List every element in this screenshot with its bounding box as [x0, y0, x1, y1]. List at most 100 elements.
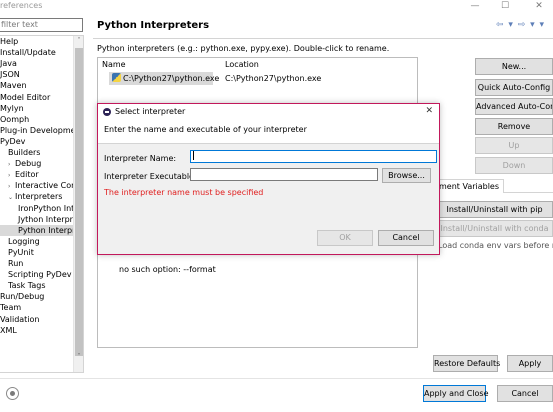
apply-button[interactable]: Apply — [507, 355, 553, 372]
sidebar-item-label: Plug-in Development — [0, 125, 84, 135]
interpreter-name-input[interactable] — [190, 150, 437, 163]
interpreters-description: Python interpreters (e.g.: python.exe, p… — [97, 44, 390, 53]
window-titlebar: references — ☐ ✕ — [0, 0, 553, 14]
sidebar-item-label: Java — [0, 59, 17, 69]
sidebar-item[interactable]: JSON — [0, 69, 74, 80]
interpreter-name-label: Interpreter Name: — [104, 154, 177, 163]
remove-button[interactable]: Remove — [475, 118, 553, 135]
select-interpreter-dialog: Select interpreter ✕ Enter the name and … — [97, 103, 440, 255]
sidebar-item-label: Install/Update — [0, 48, 56, 58]
up-button[interactable]: Up — [475, 137, 553, 154]
apply-and-close-button[interactable]: Apply and Close — [423, 385, 489, 402]
sidebar-item[interactable]: Team — [0, 302, 74, 313]
quick-auto-config-button[interactable]: Quick Auto-Config — [475, 79, 553, 96]
dialog-close-icon[interactable]: ✕ — [425, 106, 433, 116]
sidebar-item-label: Logging — [8, 236, 40, 246]
sidebar-item-label: JSON — [0, 70, 20, 80]
interpreter-executable-label: Interpreter Executable: — [104, 172, 197, 181]
sidebar-item[interactable]: PyDev — [0, 136, 74, 147]
sidebar-item-label: Run/Debug — [0, 292, 45, 302]
sidebar-item[interactable]: Jython Interpre — [0, 214, 78, 225]
dialog-title: Select interpreter — [115, 107, 186, 116]
sidebar-item[interactable]: Run/Debug — [0, 291, 74, 302]
sidebar-item-label: Oomph — [0, 114, 30, 124]
tree-scroll-thumb[interactable] — [75, 48, 83, 356]
sidebar-item[interactable]: Install/Update — [0, 47, 74, 58]
sidebar-item-label: Scripting PyDev — [8, 270, 72, 280]
sidebar-item[interactable]: › Debug — [0, 158, 74, 169]
sidebar-item-label: Maven — [0, 81, 27, 91]
python-icon — [112, 73, 121, 82]
tab-environment-variables[interactable]: ment Variables — [434, 179, 505, 193]
sidebar-item-label: Editor — [15, 170, 39, 180]
sidebar-item[interactable]: Task Tags — [0, 280, 74, 291]
new-button[interactable]: New... — [475, 58, 553, 75]
maximize-button[interactable]: ☐ — [494, 0, 516, 14]
dialog-cancel-button[interactable]: Cancel — [378, 230, 434, 246]
eclipse-icon — [103, 108, 111, 116]
output-area: no such option: --format — [97, 250, 418, 348]
sidebar-item-label: Model Editor — [0, 92, 51, 102]
install-conda-button[interactable]: Install/Uninstall with conda — [436, 220, 553, 237]
sidebar-item[interactable]: IronPython Inte — [0, 203, 79, 214]
sidebar-item[interactable]: Help — [0, 36, 74, 47]
sidebar-item-label: XML — [0, 325, 17, 335]
close-window-button[interactable]: ✕ — [528, 0, 550, 14]
sidebar-item[interactable]: Plug-in Development — [0, 125, 83, 136]
page-title: Python Interpreters — [97, 20, 210, 31]
interpreter-name-cell: C:\Python27\python.exe — [123, 74, 220, 83]
sidebar-item[interactable]: Validation — [0, 314, 74, 325]
navigation-arrows-icon[interactable]: ⇦ ▾ ⇨ ▾ ▾ — [496, 20, 545, 30]
sidebar-item-label: Python Interpre — [18, 225, 81, 235]
sidebar-item[interactable]: Logging — [0, 236, 74, 247]
sidebar-item-label: Jython Interpre — [18, 214, 78, 224]
scroll-down-arrow[interactable]: ˅ — [74, 352, 83, 362]
text-caret — [193, 151, 194, 160]
browse-button[interactable]: Browse... — [382, 168, 431, 183]
sidebar-item-label: Mylyn — [0, 103, 24, 113]
column-header-location[interactable]: Location — [225, 60, 259, 69]
restore-defaults-button[interactable]: Restore Defaults — [433, 355, 500, 372]
sidebar-item[interactable]: Maven — [0, 80, 74, 91]
sidebar-item[interactable]: › Editor — [0, 169, 74, 180]
sidebar-item[interactable]: Mylyn — [0, 103, 74, 114]
sidebar-item[interactable]: Oomph — [0, 114, 74, 125]
output-text: no such option: --format — [119, 265, 216, 274]
interpreter-executable-input[interactable] — [190, 168, 378, 181]
ok-button[interactable]: OK — [317, 230, 373, 246]
sidebar-item[interactable]: Run — [0, 258, 74, 269]
sidebar-item-label: PyUnit — [8, 247, 34, 257]
sidebar-item[interactable]: XML — [0, 325, 74, 336]
dialog-titlebar: Select interpreter ✕ — [98, 104, 439, 120]
interpreter-location-cell: C:\Python27\python.exe — [225, 74, 322, 83]
sidebar-item-label: Debug — [15, 159, 42, 169]
sidebar-item[interactable]: ⌄ Interpreters — [0, 191, 74, 202]
window-title: references — [0, 1, 43, 10]
sidebar-item[interactable]: PyUnit — [0, 247, 74, 258]
footer-divider — [0, 378, 553, 379]
advanced-auto-config-button[interactable]: Advanced Auto-Config — [475, 98, 553, 115]
sidebar-item-label: Task Tags — [8, 281, 46, 291]
tree-vertical-scrollbar[interactable]: ˄ ˅ — [73, 36, 83, 372]
table-row[interactable]: C:\Python27\python.exe — [109, 72, 219, 85]
sidebar-item-label: Run — [8, 259, 24, 268]
sidebar-item[interactable]: Model Editor — [0, 92, 74, 103]
preferences-tree: Help Install/Update Java JSON Maven Model Edi… — [0, 35, 84, 373]
help-icon[interactable] — [6, 387, 19, 400]
sidebar-item[interactable]: Scripting PyDev — [0, 269, 74, 280]
install-pip-button[interactable]: Install/Uninstall with pip — [436, 201, 553, 218]
sidebar-item-label: Builders — [8, 148, 41, 157]
down-button[interactable]: Down — [475, 157, 553, 174]
sidebar-item[interactable]: ›Interactive Console — [0, 180, 83, 191]
cancel-button[interactable]: Cancel — [497, 385, 553, 402]
sidebar-item-label: Team — [0, 303, 22, 313]
dialog-header: Enter the name and executable of your in… — [98, 120, 439, 144]
column-header-name[interactable]: Name — [102, 60, 126, 69]
sidebar-item-label: Help — [0, 37, 19, 46]
scroll-up-arrow[interactable]: ˄ — [74, 36, 83, 46]
minimize-button[interactable]: — — [464, 0, 486, 14]
sidebar-item[interactable]: Builders — [0, 147, 74, 158]
sidebar-item[interactable]: Python Interpre — [0, 224, 80, 236]
sidebar-item[interactable]: Java — [0, 58, 74, 69]
filter-input[interactable]: filter text — [0, 18, 83, 32]
